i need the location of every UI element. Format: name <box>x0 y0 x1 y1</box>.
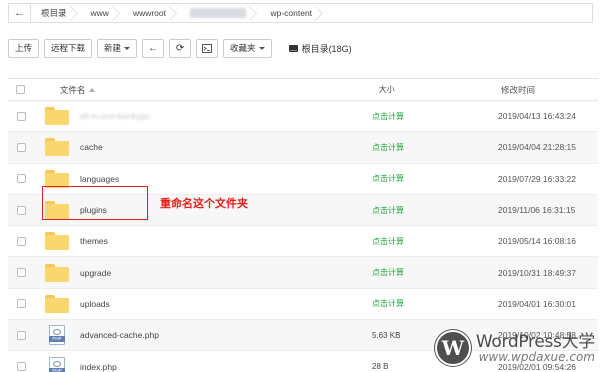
table-row[interactable]: cache 点击计算 2019/04/04 21:28:15 <box>8 132 598 164</box>
new-label: 新建 <box>104 43 122 53</box>
caret-down-icon <box>124 46 131 50</box>
modified-date: 2019/04/01 16:30:01 <box>498 298 576 309</box>
select-all-checkbox[interactable] <box>16 85 26 94</box>
php-file-icon: PHP <box>49 325 65 346</box>
breadcrumb-label: wp-content <box>270 8 313 18</box>
table-row[interactable]: all-in-one-backups 点击计算 2019/04/13 16:43:2… <box>8 101 598 133</box>
calculate-size-link[interactable]: 点击计算 <box>372 173 498 184</box>
calculate-size-link[interactable]: 点击计算 <box>372 205 498 216</box>
calculate-size-link[interactable]: 点击计算 <box>372 267 498 278</box>
highlight-box <box>42 186 148 220</box>
calculate-size-link[interactable]: 点击计算 <box>372 142 498 153</box>
remote-download-label: 远程下载 <box>51 43 86 53</box>
calculate-size-link[interactable]: 点击计算 <box>372 236 498 247</box>
file-name[interactable]: index.php <box>80 362 372 372</box>
calculate-size-link[interactable]: 点击计算 <box>372 298 498 309</box>
toolbar: 上传 远程下载 新建 ← ⟳ 收藏夹 根目录(18G) <box>8 38 352 58</box>
file-name[interactable]: languages <box>80 174 372 184</box>
modified-date: 2019/11/06 16:31:15 <box>498 205 576 216</box>
breadcrumb-item-root[interactable]: 根目录 <box>31 4 81 22</box>
table-row[interactable]: themes 点击计算 2019/05/14 16:08:16 <box>8 226 598 258</box>
row-checkbox[interactable] <box>16 299 26 309</box>
file-name[interactable]: cache <box>80 142 372 152</box>
file-name[interactable]: all-in-one-backups <box>80 111 372 121</box>
column-header-size: 大小 <box>378 85 395 94</box>
favorites-dropdown-button[interactable]: 收藏夹 <box>223 38 272 58</box>
breadcrumb-item-www[interactable]: www <box>81 4 123 22</box>
back-arrow-icon[interactable]: ← <box>9 4 31 22</box>
table-row[interactable]: uploads 点击计算 2019/04/01 16:30:01 <box>8 289 598 321</box>
row-checkbox[interactable] <box>16 174 26 184</box>
refresh-icon: ⟳ <box>175 42 185 54</box>
breadcrumb-label: wpdaxue.com <box>190 8 247 18</box>
modified-date: 2019/04/04 21:28:15 <box>498 142 576 153</box>
modified-date: 2019/04/13 16:43:24 <box>498 111 576 122</box>
table-header: 文件名 大小 修改时间 <box>8 79 598 101</box>
file-name[interactable]: advanced-cache.php <box>80 330 372 340</box>
upload-label: 上传 <box>15 43 33 53</box>
sort-asc-icon <box>89 88 96 93</box>
row-checkbox[interactable] <box>16 205 26 215</box>
breadcrumb-label: 根目录 <box>41 8 67 18</box>
refresh-button[interactable]: ⟳ <box>169 38 192 58</box>
modified-date: 2019/05/14 16:08:16 <box>498 236 576 247</box>
modified-date: 2019/07/29 16:33:22 <box>498 173 576 184</box>
breadcrumb-item-site[interactable]: wpdaxue.com <box>180 4 260 22</box>
breadcrumb-item-wwwroot[interactable]: wwwroot <box>123 4 180 22</box>
row-checkbox[interactable] <box>16 142 26 152</box>
column-header-label: 文件名 <box>59 84 86 95</box>
row-checkbox[interactable] <box>16 111 26 121</box>
disk-label: 根目录(18G) <box>301 43 352 54</box>
new-dropdown-button[interactable]: 新建 <box>97 38 138 58</box>
table-row[interactable]: upgrade 点击计算 2019/10/31 18:49:37 <box>8 257 598 289</box>
remote-download-button[interactable]: 远程下载 <box>44 38 93 58</box>
row-checkbox[interactable] <box>16 330 26 340</box>
file-table: 文件名 大小 修改时间 all-in-one-backups 点击计算 2019/0… <box>8 78 598 372</box>
row-checkbox[interactable] <box>16 362 26 372</box>
folder-icon <box>45 232 69 251</box>
hard-drive-icon <box>288 44 298 52</box>
wordpress-logo-icon: W <box>434 330 471 366</box>
file-name[interactable]: uploads <box>80 299 372 309</box>
watermark-url: www.wpdaxue.com <box>478 349 595 364</box>
back-button[interactable]: ← <box>142 38 165 58</box>
column-header-modified: 修改时间 <box>500 84 535 95</box>
file-name[interactable]: upgrade <box>80 268 372 278</box>
column-header-name[interactable]: 文件名 <box>60 84 361 96</box>
caret-down-icon <box>258 46 265 50</box>
folder-icon <box>45 138 69 157</box>
arrow-left-icon: ← <box>148 42 159 54</box>
breadcrumb-label: wwwroot <box>132 8 166 18</box>
folder-icon <box>45 294 69 313</box>
calculate-size-link[interactable]: 点击计算 <box>372 111 498 122</box>
breadcrumb: ← 根目录 www wwwroot wpdaxue.com wp-content <box>8 3 593 23</box>
breadcrumb-item-wp-content[interactable]: wp-content <box>260 4 326 22</box>
row-checkbox[interactable] <box>16 268 26 278</box>
row-checkbox[interactable] <box>16 236 26 246</box>
favorites-label: 收藏夹 <box>230 43 256 53</box>
terminal-icon <box>202 43 213 53</box>
breadcrumb-label: www <box>90 8 109 18</box>
watermark-title: WordPress大学 <box>475 331 595 352</box>
terminal-button[interactable] <box>196 38 219 58</box>
watermark: W WordPress大学 www.wpdaxue.com <box>434 330 595 366</box>
php-file-icon: PHP <box>49 356 65 372</box>
modified-date: 2019/10/31 18:49:37 <box>498 267 576 278</box>
annotation-text: 重命名这个文件夹 <box>160 197 248 210</box>
folder-icon <box>45 107 69 126</box>
file-name[interactable]: themes <box>80 236 372 246</box>
folder-icon <box>45 263 69 282</box>
disk-usage[interactable]: 根目录(18G) <box>288 42 352 55</box>
upload-button[interactable]: 上传 <box>8 38 40 58</box>
